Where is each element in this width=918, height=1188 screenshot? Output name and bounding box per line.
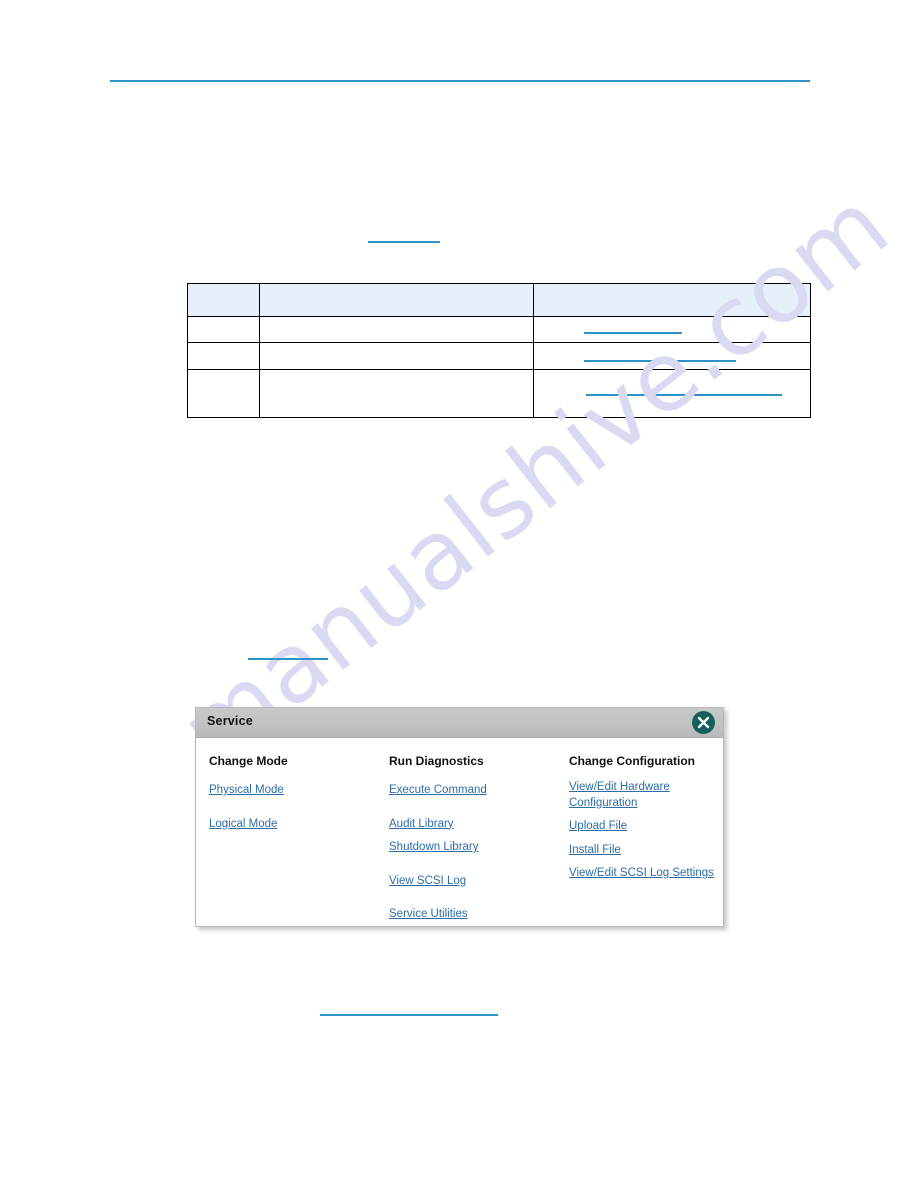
dialog-column-change-mode: Change Mode Physical Mode Logical Mode (209, 754, 379, 841)
table-link-mark[interactable] (584, 332, 682, 334)
table-cell (187, 342, 260, 370)
table-cell (187, 316, 260, 343)
menu-item-service-utilities[interactable]: Service Utilities (389, 904, 559, 923)
menu-link-label[interactable]: Install File (569, 843, 621, 859)
menu-item-install-file[interactable]: Install File (569, 840, 714, 859)
menu-link-label[interactable]: Physical Mode (209, 783, 284, 799)
menu-item-view-edit-scsi-log-settings[interactable]: View/Edit SCSI Log Settings (569, 863, 714, 882)
table-header-row (187, 283, 811, 317)
menu-item-physical-mode[interactable]: Physical Mode (209, 780, 379, 799)
menu-item-logical-mode[interactable]: Logical Mode (209, 814, 379, 833)
table-cell (533, 369, 811, 418)
close-icon[interactable] (692, 711, 715, 734)
table-link-mark[interactable] (584, 360, 736, 362)
column-title-change-mode: Change Mode (209, 754, 288, 768)
menu-link-label[interactable]: Audit Library (389, 817, 454, 833)
watermark: manualshive.com (0, 0, 918, 1188)
menu-link-label[interactable]: View/Edit SCSI Log Settings (569, 866, 714, 882)
menu-link-label[interactable]: View/Edit Hardware Configuration (569, 780, 714, 811)
table-cell (259, 369, 534, 418)
menu-item-audit-library[interactable]: Audit Library (389, 814, 559, 833)
table-row (187, 316, 811, 343)
dialog-column-run-diagnostics: Run Diagnostics Execute Command Audit Li… (389, 754, 559, 932)
table-header-cell-1 (187, 283, 260, 317)
menu-link-label[interactable]: Logical Mode (209, 817, 277, 833)
table-row (187, 369, 811, 418)
table-link-mark[interactable] (586, 394, 782, 396)
dialog-column-change-configuration: Change Configuration View/Edit Hardware … (569, 754, 714, 891)
cell-content (534, 370, 810, 417)
service-dialog: Service Change Mode Physical Mode Logica… (195, 707, 724, 927)
cell-content (534, 343, 810, 369)
table-cell (259, 342, 534, 370)
menu-item-view-scsi-log[interactable]: View SCSI Log (389, 871, 559, 890)
menu-item-shutdown-library[interactable]: Shutdown Library (389, 837, 559, 856)
dialog-body: Change Mode Physical Mode Logical Mode R… (196, 738, 723, 926)
table-header-cell-3 (533, 283, 811, 317)
cell-content (534, 317, 810, 342)
menu-item-view-edit-hardware-configuration[interactable]: View/Edit Hardware Configuration (569, 780, 714, 811)
menu-link-label[interactable]: Shutdown Library (389, 840, 479, 856)
inline-link-mark-2[interactable] (248, 658, 328, 660)
inline-link-mark-1[interactable] (368, 241, 440, 243)
menu-item-upload-file[interactable]: Upload File (569, 816, 714, 835)
menu-link-label[interactable]: View SCSI Log (389, 874, 466, 890)
dialog-title: Service (207, 714, 253, 728)
table-row (187, 342, 811, 370)
reference-table (187, 283, 811, 418)
column-title-change-configuration: Change Configuration (569, 754, 695, 768)
column-title-run-diagnostics: Run Diagnostics (389, 754, 484, 768)
menu-item-execute-command[interactable]: Execute Command (389, 780, 559, 799)
menu-link-label[interactable]: Execute Command (389, 783, 487, 799)
header-rule (110, 80, 810, 82)
menu-link-label[interactable]: Upload File (569, 819, 627, 835)
table-cell (259, 316, 534, 343)
watermark-text: manualshive.com (160, 168, 910, 789)
inline-link-mark-3[interactable] (320, 1014, 498, 1016)
table-cell (187, 369, 260, 418)
table-header-cell-2 (259, 283, 534, 317)
table-cell (533, 316, 811, 343)
table-cell (533, 342, 811, 370)
menu-link-label[interactable]: Service Utilities (389, 907, 468, 923)
document-page: manualshive.com Service Change Mode Phys… (0, 0, 918, 1188)
dialog-titlebar: Service (196, 708, 723, 738)
